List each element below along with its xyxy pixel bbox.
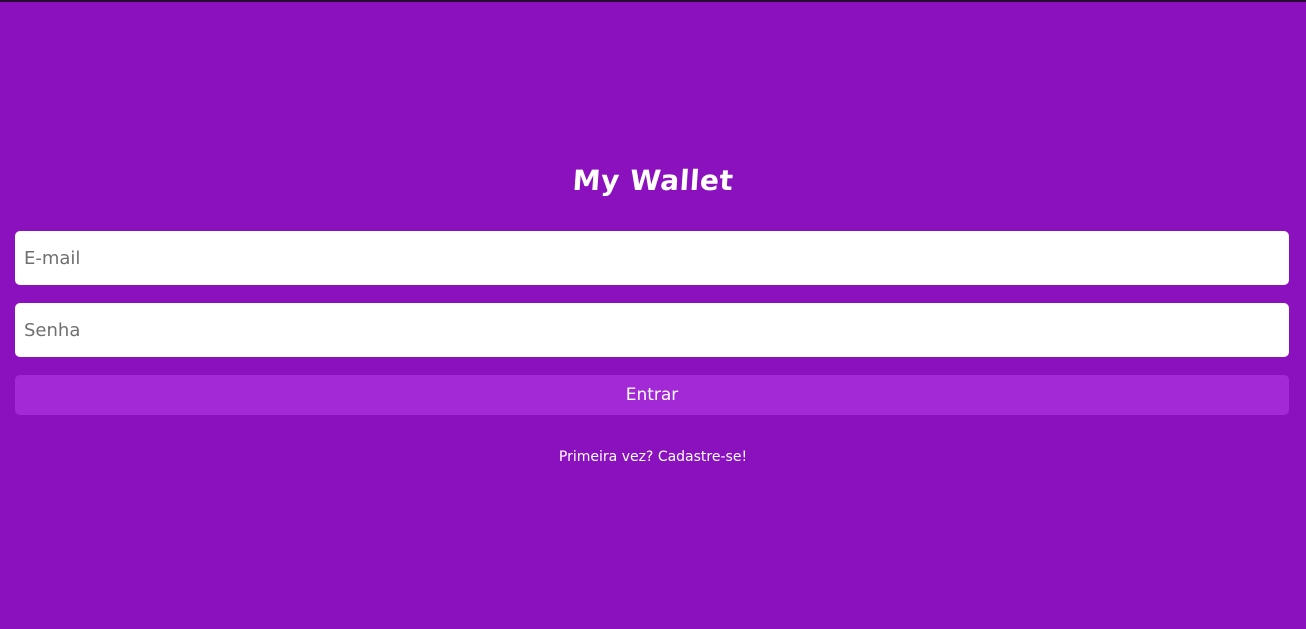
email-field[interactable] (15, 231, 1289, 285)
signup-link[interactable]: Primeira vez? Cadastre-se! (0, 448, 1306, 466)
app-logo-title: My Wallet (571, 164, 735, 197)
login-button[interactable]: Entrar (15, 375, 1289, 415)
password-field[interactable] (15, 303, 1289, 357)
login-page: My Wallet Entrar Primeira vez? Cadastre-… (0, 0, 1306, 629)
